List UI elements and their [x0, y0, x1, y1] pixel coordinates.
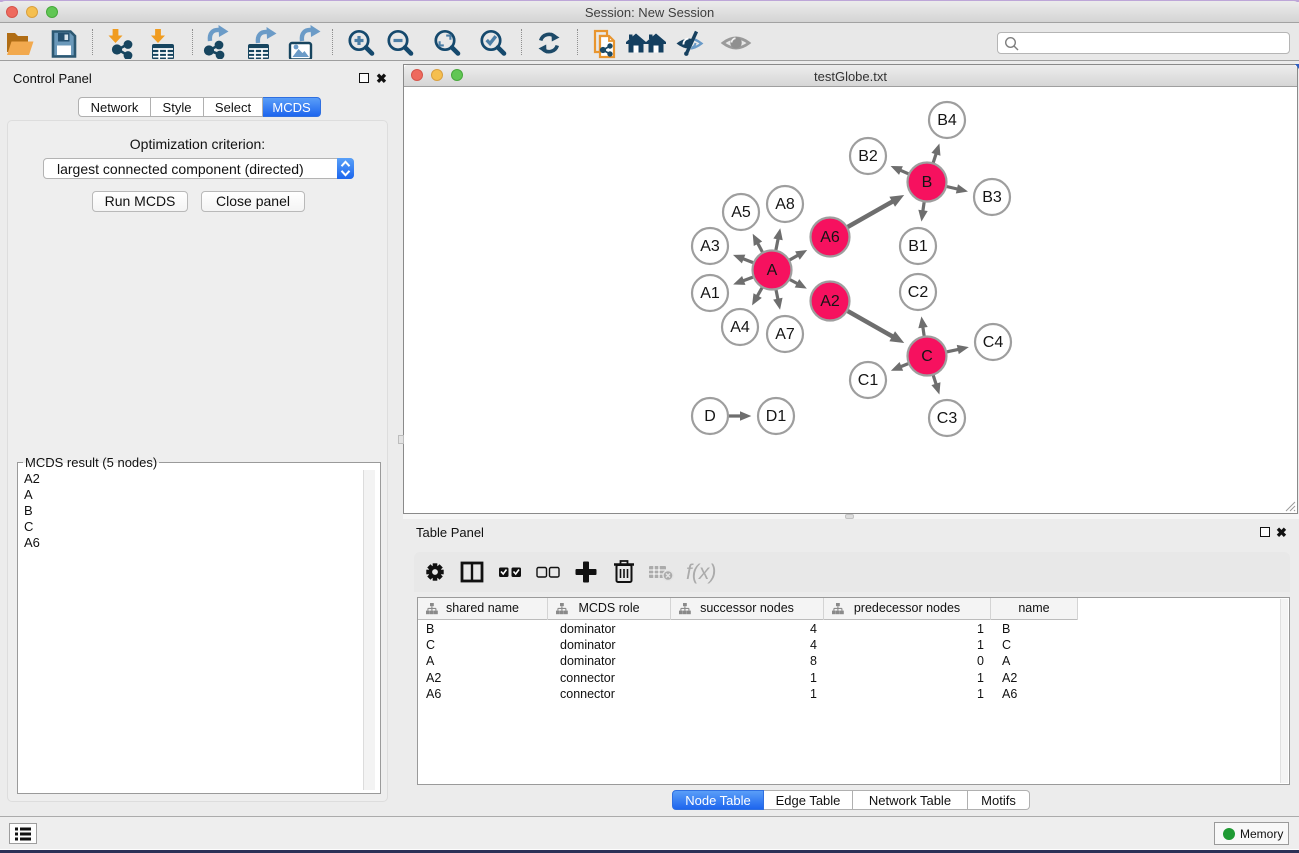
svg-text:A3: A3 — [700, 238, 720, 255]
svg-text:B2: B2 — [858, 148, 878, 165]
svg-text:B3: B3 — [982, 189, 1002, 206]
svg-text:C: C — [921, 348, 933, 365]
svg-text:A6: A6 — [820, 229, 840, 246]
svg-text:C3: C3 — [937, 410, 958, 427]
svg-text:D: D — [704, 408, 716, 425]
svg-text:A2: A2 — [820, 293, 840, 310]
svg-text:A: A — [767, 262, 778, 279]
svg-text:B: B — [922, 174, 933, 191]
svg-text:D1: D1 — [766, 408, 787, 425]
svg-text:f(x): f(x) — [686, 561, 716, 584]
svg-text:B1: B1 — [908, 238, 928, 255]
svg-text:A5: A5 — [731, 204, 751, 221]
svg-text:A7: A7 — [775, 326, 795, 343]
svg-text:C2: C2 — [908, 284, 929, 301]
svg-text:C4: C4 — [983, 334, 1004, 351]
svg-text:A8: A8 — [775, 196, 795, 213]
svg-text:B4: B4 — [937, 112, 957, 129]
svg-text:A4: A4 — [730, 319, 750, 336]
svg-text:C1: C1 — [858, 372, 879, 389]
svg-text:A1: A1 — [700, 285, 720, 302]
